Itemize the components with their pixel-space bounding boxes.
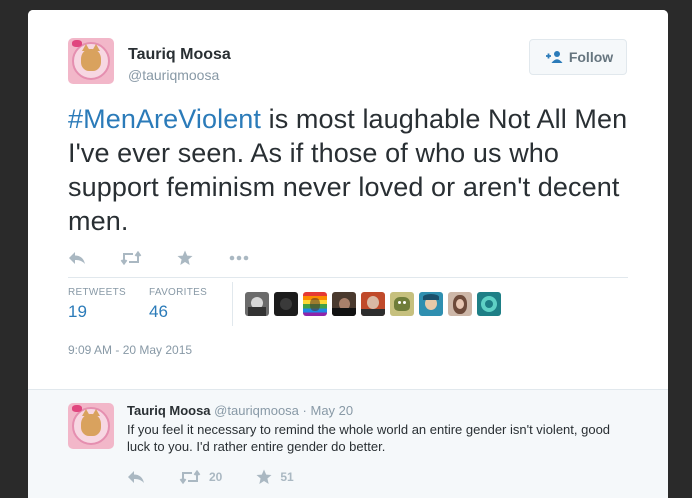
favoriters-avatars [245, 292, 506, 316]
reply-favorite-count: 51 [280, 470, 294, 484]
main-tweet: Tauriq Moosa @tauriqmoosa Follow #MenAre… [28, 10, 668, 388]
stats-top-divider [68, 277, 628, 278]
retweets-count: 19 [68, 302, 87, 321]
reply-header: Tauriq Moosa @tauriqmoosa · May 20 [127, 403, 353, 418]
reply-retweet-action[interactable]: 20 [179, 470, 222, 484]
reply-avatar[interactable] [68, 403, 114, 449]
reply-date[interactable]: May 20 [310, 403, 353, 418]
favorites-label: FAVORITES [149, 287, 208, 298]
follow-button[interactable]: Follow [529, 39, 627, 75]
favoriter-avatar[interactable] [274, 292, 298, 316]
favoriter-avatar[interactable] [477, 292, 501, 316]
favoriter-avatar[interactable] [245, 292, 269, 316]
retweet-icon [179, 470, 201, 484]
favoriter-avatar[interactable] [390, 292, 414, 316]
favoriter-avatar[interactable] [303, 292, 327, 316]
avatar[interactable] [68, 38, 114, 84]
author-handle[interactable]: @tauriqmoosa [128, 67, 219, 83]
avatar-cat [81, 44, 101, 71]
follow-label: Follow [568, 49, 614, 65]
retweet-icon [120, 251, 142, 265]
reply-action[interactable] [68, 251, 86, 265]
reply-author-name[interactable]: Tauriq Moosa [127, 403, 211, 418]
favorite-icon [177, 250, 193, 265]
reply-tweet[interactable]: Tauriq Moosa @tauriqmoosa · May 20 If yo… [28, 389, 668, 498]
tweet-text: #MenAreViolent is most laughable Not All… [68, 102, 628, 238]
reply-retweet-count: 20 [209, 470, 223, 484]
retweets-stat[interactable]: RETWEETS 19 [68, 287, 126, 322]
avatar-bow [72, 40, 82, 47]
favorite-icon [256, 469, 272, 484]
stats-separator [232, 282, 233, 326]
favoriter-avatar[interactable] [361, 292, 385, 316]
reply-icon [128, 471, 144, 483]
retweet-action[interactable] [120, 251, 142, 265]
favorite-action[interactable] [177, 250, 193, 266]
more-icon [229, 255, 249, 261]
reply-separator: · [298, 403, 311, 418]
reply-favorite-action[interactable]: 51 [256, 469, 294, 485]
tweet-card: Tauriq Moosa @tauriqmoosa Follow #MenAre… [28, 10, 668, 498]
reply-author-handle[interactable]: @tauriqmoosa [214, 403, 299, 418]
reply-icon [69, 252, 85, 264]
tweet-actions [68, 250, 249, 266]
avatar-bow [72, 405, 82, 412]
add-user-icon [545, 51, 563, 63]
favorites-count: 46 [149, 302, 168, 321]
favoriter-avatar[interactable] [332, 292, 356, 316]
favoriter-avatar[interactable] [419, 292, 443, 316]
more-action[interactable] [229, 255, 249, 261]
reply-text: If you feel it necessary to remind the w… [127, 422, 611, 454]
hashtag-link[interactable]: #MenAreViolent [68, 104, 261, 134]
favorites-stat[interactable]: FAVORITES 46 [149, 287, 207, 322]
retweets-label: RETWEETS [68, 287, 126, 298]
author-name[interactable]: Tauriq Moosa [128, 46, 231, 64]
favoriter-avatar[interactable] [448, 292, 472, 316]
avatar-cat [81, 409, 101, 436]
reply-reply-action[interactable] [127, 470, 145, 484]
tweet-timestamp[interactable]: 9:09 AM - 20 May 2015 [68, 343, 192, 357]
reply-actions: 20 51 [127, 469, 294, 485]
